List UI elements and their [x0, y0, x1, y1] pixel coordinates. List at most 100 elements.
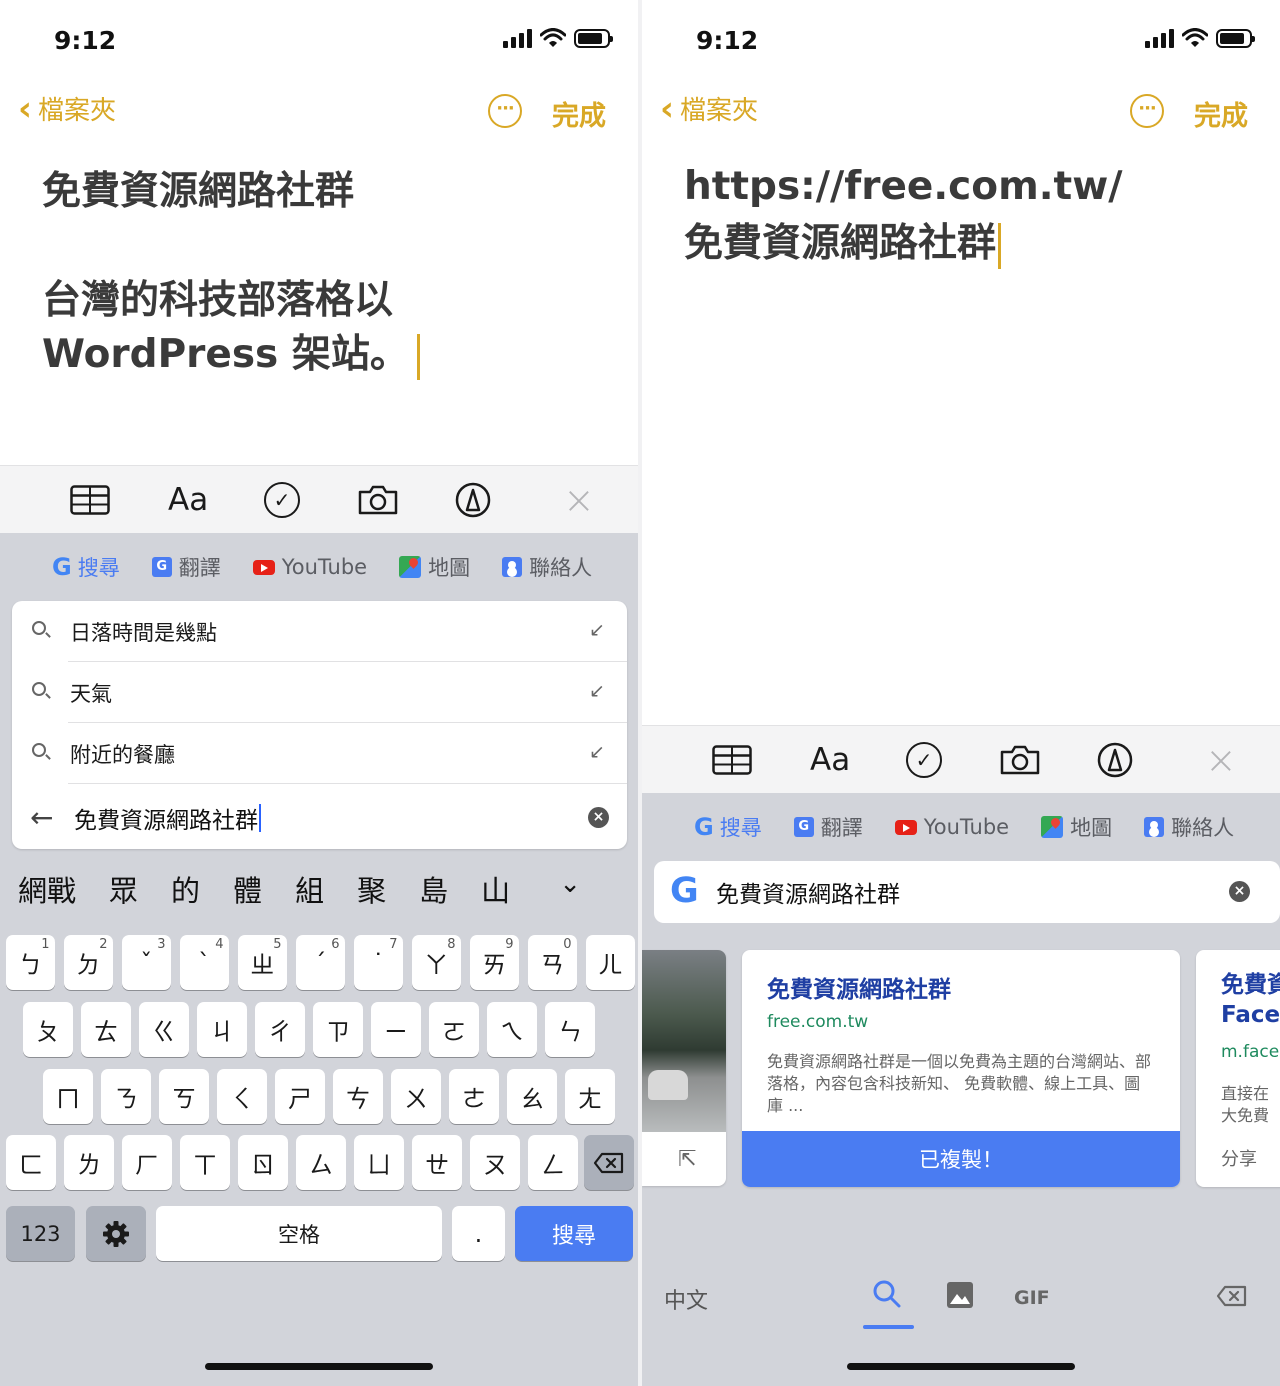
candidate-item[interactable]: 島	[419, 868, 448, 910]
quick-contacts-button[interactable]: 聯絡人	[502, 552, 592, 582]
key-row2-6[interactable]: ㄧ	[371, 1002, 421, 1057]
key-row1-8[interactable]: ㄞ9	[470, 935, 519, 990]
markup-icon[interactable]	[455, 480, 491, 520]
key-row4-5[interactable]: ㄙ	[296, 1135, 346, 1190]
result-card[interactable]: 免費資源網路社群 free.com.tw 免費資源網路社群是一個以免費為主題的台…	[742, 950, 1180, 1187]
key-row2-2[interactable]: ㄍ	[139, 1002, 189, 1057]
note-body[interactable]: 台灣的科技部落格以 WordPress 架站。	[42, 274, 602, 382]
quick-translate-button[interactable]: G 翻譯	[793, 812, 863, 842]
key-row3-1[interactable]: ㄋ	[101, 1069, 151, 1124]
quick-maps-button[interactable]: 地圖	[1041, 812, 1112, 842]
key-row2-7[interactable]: ㄛ	[429, 1002, 479, 1057]
key-row4-4[interactable]: ㄖ	[238, 1135, 288, 1190]
key-row3-8[interactable]: ㄠ	[507, 1069, 557, 1124]
key-row1-4[interactable]: ㄓ5	[238, 935, 287, 990]
note-body[interactable]: https://free.com.tw/ 免費資源網路社群	[684, 158, 1264, 272]
candidate-item[interactable]: 組	[295, 868, 324, 910]
camera-icon[interactable]	[999, 740, 1041, 780]
key-row3-7[interactable]: ㄜ	[449, 1069, 499, 1124]
key-row3-6[interactable]: ㄨ	[391, 1069, 441, 1124]
checklist-icon[interactable]: ✓	[906, 740, 942, 780]
key-row2-4[interactable]: ㄔ	[255, 1002, 305, 1057]
candidate-item[interactable]: 眾	[109, 868, 138, 910]
done-button[interactable]: 完成	[1194, 94, 1248, 133]
key-row4-0[interactable]: ㄈ	[6, 1135, 56, 1190]
key-row3-9[interactable]: ㄤ	[565, 1069, 615, 1124]
key-row1-6[interactable]: ˙ 7	[354, 935, 403, 990]
suggestion-item[interactable]: 日落時間是幾點 ↙	[12, 601, 627, 662]
key-row1-1[interactable]: ㄉ2	[64, 935, 113, 990]
search-input[interactable]: ← 免費資源網路社群 ×	[12, 787, 627, 849]
key-row2-5[interactable]: ㄗ	[313, 1002, 363, 1057]
image-result-card[interactable]: ⇱	[642, 950, 726, 1186]
key-row4-3[interactable]: ㄒ	[180, 1135, 230, 1190]
suggestion-item[interactable]: 附近的餐廳 ↙	[12, 723, 627, 784]
key-row1-9[interactable]: ㄢ0	[528, 935, 577, 990]
copied-button[interactable]: 已複製！	[742, 1131, 1180, 1187]
key-row1-3[interactable]: ˋ4	[180, 935, 229, 990]
arrow-icon[interactable]: ↙	[589, 741, 605, 763]
candidate-item[interactable]: 體	[233, 868, 262, 910]
markup-icon[interactable]	[1097, 740, 1133, 780]
key-row1-7[interactable]: ㄚ8	[412, 935, 461, 990]
done-button[interactable]: 完成	[552, 94, 606, 133]
key-row3-2[interactable]: ㄎ	[159, 1069, 209, 1124]
close-icon[interactable]: ×	[1205, 738, 1237, 782]
result-card[interactable]: 免費資 Faceb m.face 直接在 大免費 分享	[1196, 950, 1280, 1187]
quick-contacts-button[interactable]: 聯絡人	[1144, 812, 1234, 842]
key-row4-6[interactable]: ㄩ	[354, 1135, 404, 1190]
text-format-button[interactable]: Aa	[168, 480, 208, 520]
back-to-folders-button[interactable]: ‹ 檔案夾	[660, 90, 758, 127]
gear-icon[interactable]	[86, 1206, 146, 1261]
clear-icon[interactable]: ×	[1229, 881, 1250, 902]
image-icon[interactable]	[946, 1281, 974, 1315]
quick-youtube-button[interactable]: YouTube	[252, 555, 367, 579]
more-icon[interactable]: ···	[1130, 94, 1164, 128]
key-row2-0[interactable]: ㄆ	[23, 1002, 73, 1057]
text-format-button[interactable]: Aa	[810, 740, 850, 780]
key-row1-5[interactable]: ˊ6	[296, 935, 345, 990]
key-row1-0[interactable]: ㄅ1	[6, 935, 55, 990]
chevron-down-icon[interactable]: ⌄	[559, 869, 581, 899]
key-row1-2[interactable]: ˇ3	[122, 935, 171, 990]
camera-icon[interactable]	[357, 480, 399, 520]
delete-icon[interactable]	[1216, 1285, 1248, 1313]
clear-icon[interactable]: ×	[588, 807, 609, 828]
search-icon[interactable]	[872, 1279, 902, 1315]
key-row3-4[interactable]: ㄕ	[275, 1069, 325, 1124]
key-row4-7[interactable]: ㄝ	[412, 1135, 462, 1190]
key-row2-8[interactable]: ㄟ	[487, 1002, 537, 1057]
share-button[interactable]: 分享	[1221, 1149, 1257, 1171]
key-row4-1[interactable]: ㄌ	[64, 1135, 114, 1190]
candidate-item[interactable]: 聚	[357, 868, 386, 910]
key-row3-3[interactable]: ㄑ	[217, 1069, 267, 1124]
quick-youtube-button[interactable]: YouTube	[894, 815, 1009, 839]
key-row1-10[interactable]: ㄦ	[586, 935, 635, 990]
more-icon[interactable]: ···	[488, 94, 522, 128]
search-key[interactable]: 搜尋	[515, 1206, 633, 1261]
gif-icon[interactable]: GIF	[1014, 1287, 1050, 1309]
suggestion-item[interactable]: 天氣 ↙	[12, 662, 627, 723]
note-title[interactable]: 免費資源網路社群	[42, 160, 354, 216]
key-row3-0[interactable]: ㄇ	[43, 1069, 93, 1124]
key-row2-3[interactable]: ㄐ	[197, 1002, 247, 1057]
delete-icon[interactable]	[584, 1135, 634, 1190]
key-row4-2[interactable]: ㄏ	[122, 1135, 172, 1190]
key-row2-1[interactable]: ㄊ	[81, 1002, 131, 1057]
key-row2-9[interactable]: ㄣ	[545, 1002, 595, 1057]
quick-search-button[interactable]: G 搜尋	[52, 552, 120, 582]
period-key[interactable]: .	[452, 1206, 505, 1261]
quick-search-button[interactable]: G 搜尋	[694, 812, 762, 842]
back-arrow-icon[interactable]: ←	[30, 801, 53, 834]
arrow-icon[interactable]: ↙	[589, 680, 605, 702]
key-row4-9[interactable]: ㄥ	[528, 1135, 578, 1190]
share-icon[interactable]: ⇱	[678, 1147, 696, 1172]
candidate-item[interactable]: 山	[481, 868, 510, 910]
search-input[interactable]: G 免費資源網路社群 ×	[654, 861, 1280, 923]
back-to-folders-button[interactable]: ‹ 檔案夾	[18, 90, 116, 127]
numbers-key[interactable]: 123	[6, 1206, 75, 1261]
key-row3-5[interactable]: ㄘ	[333, 1069, 383, 1124]
quick-maps-button[interactable]: 地圖	[399, 552, 470, 582]
checklist-icon[interactable]: ✓	[264, 480, 300, 520]
quick-translate-button[interactable]: G 翻譯	[151, 552, 221, 582]
